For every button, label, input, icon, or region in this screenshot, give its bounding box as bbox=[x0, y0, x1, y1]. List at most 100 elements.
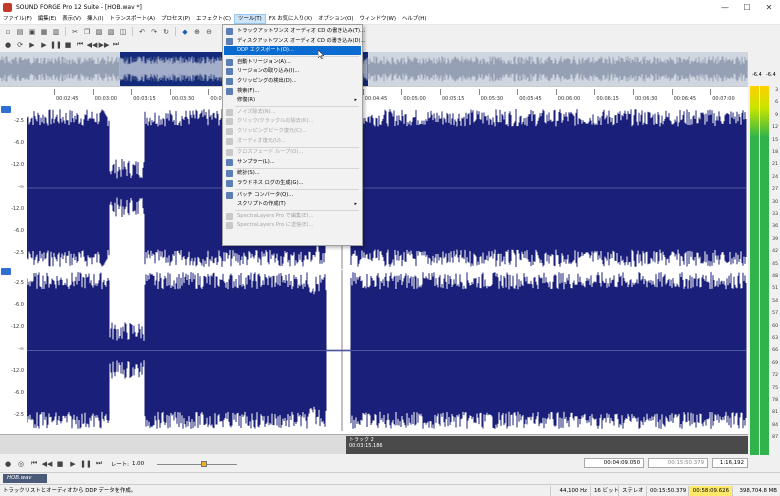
zoom-in-icon[interactable]: ⊕ bbox=[192, 27, 202, 37]
peak-left: -6.4 bbox=[752, 72, 762, 78]
go-end-icon[interactable]: ⏭ bbox=[94, 459, 104, 469]
meter-scale-label: 51 bbox=[772, 286, 778, 292]
menu-edit[interactable]: 編集(E) bbox=[35, 14, 59, 24]
tools-menu-item[interactable]: ラウドネス ログの生成(G)... bbox=[224, 179, 361, 188]
tools-menu-item[interactable]: スクリプトの作成(T) ▸ bbox=[224, 200, 361, 209]
tools-menu-item-label: リージョンの取り込み(I)... bbox=[237, 68, 300, 75]
menu-help[interactable]: ヘルプ(H) bbox=[399, 14, 429, 24]
tools-menu-item[interactable]: サンプラー(L)... bbox=[224, 158, 361, 167]
time-ruler[interactable]: 00:02:4500:03:0000:03:1500:03:3000:03:45… bbox=[0, 86, 748, 104]
tools-menu-item[interactable]: クリッピングの検出(D)... bbox=[224, 77, 361, 86]
minimize-button[interactable]: — bbox=[714, 0, 736, 14]
level-meter: 3 6 9 12 15 18 21 24 27 30 33 36 39 42 45 48 51 54 57 60 63 6… bbox=[748, 86, 780, 455]
rate-slider[interactable] bbox=[157, 460, 238, 467]
render-icon[interactable]: ▥ bbox=[51, 27, 61, 37]
channel-1-button[interactable] bbox=[1, 106, 11, 113]
tools-menu-item[interactable]: ディスクアットワンス オーディオ CD の書き込み(D)... bbox=[224, 37, 365, 46]
rewind-icon[interactable]: ◀◀ bbox=[87, 40, 98, 50]
meter-scale-label: 30 bbox=[772, 199, 778, 205]
tools-menu-item-label: サンプラー(L)... bbox=[237, 158, 275, 165]
redo-icon[interactable]: ↷ bbox=[149, 27, 159, 37]
tools-menu-item[interactable]: 修復(R) ▸ bbox=[224, 96, 361, 105]
ruler-tick-mark bbox=[401, 89, 403, 95]
tools-menu-item[interactable]: リージョンの取り込み(I)... bbox=[224, 67, 361, 76]
go-start-icon[interactable]: ⏮ bbox=[75, 40, 85, 50]
tools-menu-item[interactable]: 自動トリージョン(A)... bbox=[224, 58, 361, 67]
zoom-ratio[interactable]: 1:16,192 bbox=[712, 458, 748, 468]
overview-waveform bbox=[0, 52, 748, 86]
new-file-icon[interactable]: ▫ bbox=[3, 27, 13, 37]
loop-icon[interactable]: ⟳ bbox=[15, 40, 25, 50]
play-icon[interactable]: ▶ bbox=[68, 459, 78, 469]
loop-icon[interactable]: ◎ bbox=[16, 459, 26, 469]
bottom-transport: ● ◎ ⏮ ◀◀ ■ ▶ ❚❚ ⏭ レート: 1.00 00:04:09.050… bbox=[0, 455, 780, 472]
channel-1-waveform[interactable] bbox=[27, 107, 747, 269]
rewind-icon[interactable]: ◀◀ bbox=[42, 459, 53, 469]
sampler-icon bbox=[226, 158, 233, 166]
channel-2-button[interactable] bbox=[1, 268, 11, 275]
menu-options[interactable]: オプション(O) bbox=[315, 14, 356, 24]
tools-menu-item[interactable]: 統計(S)... bbox=[224, 169, 361, 178]
submenu-arrow-icon: ▸ bbox=[354, 201, 357, 208]
channel-2-waveform[interactable] bbox=[27, 270, 747, 431]
menu-tools[interactable]: ツール(T) bbox=[234, 14, 266, 24]
tab-hob-wav[interactable]: HOB.wav bbox=[3, 474, 47, 483]
menu-effects[interactable]: エフェクト(C) bbox=[193, 14, 234, 24]
tools-menu-item-label: 検索(F)... bbox=[237, 87, 260, 94]
status-bit-depth: 16 ビット bbox=[590, 486, 619, 496]
open-file-icon[interactable]: ▤ bbox=[15, 27, 25, 37]
zoom-out-icon[interactable]: ⊖ bbox=[204, 27, 214, 37]
menu-process[interactable]: プロセス(P) bbox=[158, 14, 193, 24]
tools-menu-item[interactable]: DDP エクスポート(O)... bbox=[224, 46, 361, 56]
snap-icon[interactable]: ◆ bbox=[180, 27, 190, 37]
cut-icon[interactable]: ✂ bbox=[70, 27, 80, 37]
trim-icon[interactable]: ◫ bbox=[118, 27, 128, 37]
menu-window[interactable]: ウィンドウ(W) bbox=[356, 14, 399, 24]
position-time[interactable]: 00:04:09.050 bbox=[584, 458, 644, 468]
record-icon[interactable]: ● bbox=[3, 40, 13, 50]
meter-scale-label: 3 bbox=[775, 88, 778, 93]
repeat-icon[interactable]: ↻ bbox=[161, 27, 171, 37]
meter-scale-label: 78 bbox=[772, 398, 778, 403]
tools-menu-item[interactable]: バッチ コンバータ(Q)... bbox=[224, 191, 361, 200]
tools-menu-item[interactable]: トラックアットワンス オーディオ CD の書き込み(T)... bbox=[224, 27, 365, 36]
stop-icon[interactable]: ■ bbox=[63, 40, 73, 50]
selection-end-time[interactable]: 00:15:50.379 bbox=[648, 458, 708, 468]
copy-icon[interactable]: ❐ bbox=[82, 27, 92, 37]
menu-fx-favorites[interactable]: FX お気に入り(X) bbox=[266, 14, 315, 24]
meter-scale-label: 21 bbox=[772, 162, 778, 168]
pause-icon[interactable]: ❚❚ bbox=[80, 459, 92, 469]
menu-transport[interactable]: トランスポート(A) bbox=[107, 14, 159, 24]
play-icon[interactable]: ▶ bbox=[39, 40, 49, 50]
record-icon[interactable]: ● bbox=[3, 459, 13, 469]
track-view[interactable]: -2.5 -6.0 -12.0 -∞ -12.0 -6.0 -2.5 -2.5 -6.0 -12… bbox=[0, 104, 748, 434]
menu-insert[interactable]: 挿入(I) bbox=[84, 14, 107, 24]
ruler-tick-label: 00:02:45 bbox=[56, 96, 79, 102]
transport-toolbar: ● ⟳ ▶ ▶ ❚❚ ■ ⏮ ◀◀ ▶▶ ⏭ bbox=[0, 38, 780, 51]
undo-icon[interactable]: ↶ bbox=[137, 27, 147, 37]
menu-file[interactable]: ファイル(F) bbox=[0, 14, 35, 24]
play-all-icon[interactable]: ▶ bbox=[27, 40, 37, 50]
go-start-icon[interactable]: ⏮ bbox=[29, 459, 39, 469]
mix-icon[interactable]: ▧ bbox=[106, 27, 116, 37]
tools-menu-item: オーディオ復元(U)... bbox=[224, 137, 361, 146]
tools-menu-item[interactable]: 検索(F)... bbox=[224, 87, 361, 96]
save-all-icon[interactable]: ▦ bbox=[39, 27, 49, 37]
paste-icon[interactable]: ▨ bbox=[94, 27, 104, 37]
forward-icon[interactable]: ▶▶ bbox=[99, 40, 110, 50]
meter-scale-label: 36 bbox=[772, 224, 778, 230]
stop-icon[interactable]: ■ bbox=[55, 459, 65, 469]
maximize-button[interactable]: ☐ bbox=[736, 0, 758, 14]
tools-menu-item-label: SpectraLayers Pro に送信(E)... bbox=[237, 222, 314, 229]
track-time: 00:03:15.186 bbox=[349, 443, 383, 449]
go-end-icon[interactable]: ⏭ bbox=[111, 40, 121, 50]
save-icon[interactable]: ▣ bbox=[27, 27, 37, 37]
pause-icon[interactable]: ❚❚ bbox=[50, 40, 62, 50]
track-marker[interactable]: トラック 2 00:03:15.186 bbox=[346, 436, 748, 454]
db-scale-label: -2.5 bbox=[14, 118, 24, 124]
meter-scale-label: 39 bbox=[772, 236, 778, 242]
waveform-overview[interactable] bbox=[0, 52, 748, 86]
db-scale-label: -6.0 bbox=[14, 140, 24, 146]
menu-view[interactable]: 表示(V) bbox=[59, 14, 84, 24]
close-button[interactable]: ✕ bbox=[758, 0, 780, 14]
